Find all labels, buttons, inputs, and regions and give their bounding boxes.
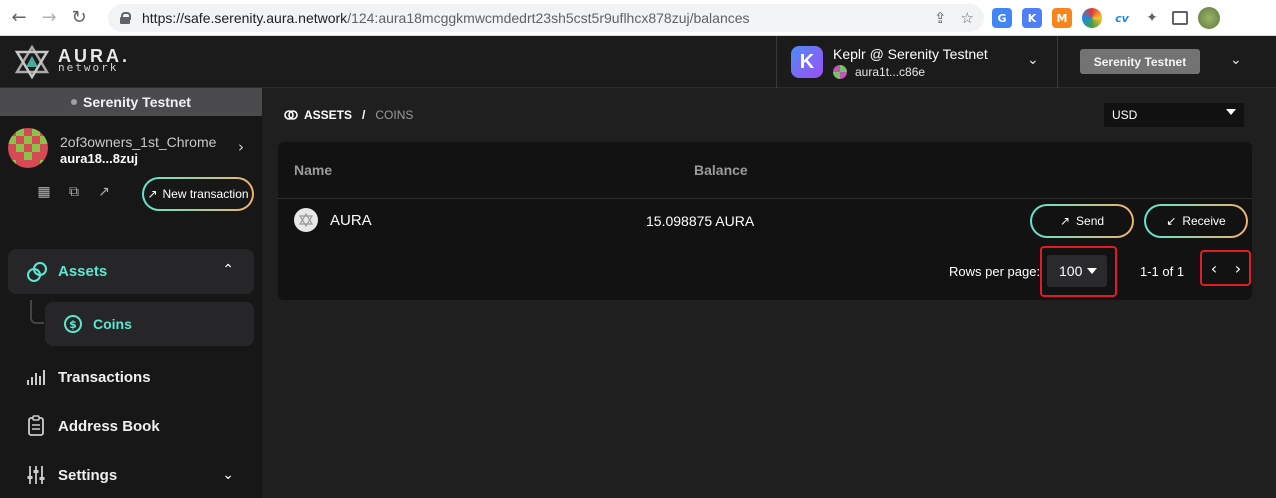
tree-connector [30, 300, 44, 324]
coins-stack-icon [27, 261, 47, 282]
rows-per-page-label: Rows per page: [949, 264, 1041, 279]
reload-icon[interactable]: ↻ [64, 0, 94, 36]
currency-select[interactable]: USD [1104, 103, 1244, 127]
color-extension-icon[interactable] [1082, 8, 1102, 28]
side-panel-icon[interactable] [1172, 11, 1188, 25]
sidebar-item-address-book[interactable]: Address Book [26, 411, 254, 441]
back-arrow-icon[interactable]: ← [4, 0, 34, 36]
svg-text:$: $ [69, 318, 77, 331]
copy-icon[interactable]: ⧉ [66, 184, 82, 200]
arrow-up-right-icon: ↗ [1059, 214, 1071, 228]
forward-arrow-icon[interactable]: → [34, 0, 64, 36]
app-header: AURA. network K Keplr @ Serenity Testnet… [0, 36, 1276, 88]
qr-code-icon[interactable]: ▦ [36, 184, 52, 200]
url-text: https://safe.serenity.aura.network/124:a… [142, 10, 750, 26]
pagination-range: 1-1 of 1 [1140, 264, 1185, 279]
lock-icon [120, 12, 131, 24]
column-header-name[interactable]: Name [294, 162, 332, 178]
network-dot-icon [71, 99, 78, 105]
metamask-extension-icon[interactable]: M [1052, 8, 1072, 28]
address-bar[interactable]: https://safe.serenity.aura.network/124:a… [108, 4, 984, 32]
wallet-address: aura1t...c86e [855, 64, 926, 79]
new-transaction-button[interactable]: ↗ New transaction [142, 177, 254, 211]
chevron-right-icon[interactable]: › [238, 138, 244, 156]
aura-logo-icon [14, 44, 50, 80]
chevron-down-icon[interactable]: ⌄ [1027, 52, 1039, 68]
receive-button[interactable]: ↙ Receive [1144, 204, 1248, 238]
keplr-icon: K [791, 46, 823, 78]
coins-stack-icon [284, 110, 298, 120]
main-content: ASSETS / COINS USD Name Balance AURA 15.… [262, 88, 1276, 498]
caret-down-icon [1226, 109, 1236, 115]
sidebar-item-coins[interactable]: $ Coins [45, 302, 254, 346]
connected-wallet[interactable]: K Keplr @ Serenity Testnet aura1t...c86e… [776, 36, 1058, 88]
coins-table: Name Balance AURA 15.098875 AURA ↗ Send ↙… [278, 142, 1252, 300]
network-strip: Serenity Testnet [0, 88, 262, 116]
send-button[interactable]: ↗ Send [1030, 204, 1134, 238]
safe-name: 2of3owners_1st_Chrome [60, 134, 217, 150]
puzzle-extensions-icon[interactable]: ✦ [1142, 8, 1162, 28]
clipboard-icon [28, 415, 44, 436]
coin-name: AURA [330, 212, 372, 229]
network-button[interactable]: Serenity Testnet [1080, 49, 1200, 74]
breadcrumb: ASSETS / COINS [284, 108, 413, 122]
keplr-extension-icon[interactable]: K [1022, 8, 1042, 28]
external-link-icon[interactable]: ↗ [96, 184, 112, 200]
bookmark-star-icon[interactable]: ☆ [961, 9, 974, 27]
translate-extension-icon[interactable]: G [992, 8, 1012, 28]
sliders-icon [27, 466, 45, 484]
aura-logo[interactable]: AURA. network [14, 44, 130, 80]
breadcrumb-assets[interactable]: ASSETS [304, 108, 352, 122]
sidebar-item-assets[interactable]: Assets ⌃ [8, 249, 254, 294]
row-divider [278, 198, 1252, 199]
dollar-coin-icon: $ [64, 315, 82, 333]
next-page-icon[interactable]: › [1228, 257, 1248, 279]
aura-coin-icon [294, 208, 318, 232]
arrow-down-left-icon: ↙ [1166, 214, 1177, 228]
coin-balance: 15.098875 AURA [646, 213, 755, 229]
cv-extension-icon[interactable]: cv [1112, 8, 1132, 28]
share-icon[interactable]: ⇪ [934, 9, 947, 27]
chevron-down-icon[interactable]: ⌄ [1230, 52, 1242, 68]
safe-avatar-icon [8, 128, 48, 168]
caret-down-icon [1087, 268, 1097, 274]
bar-chart-icon [27, 370, 45, 385]
sidebar-item-settings[interactable]: Settings ⌄ [26, 460, 254, 490]
safe-address: aura18...8zuj [60, 151, 139, 166]
safe-owner-card[interactable]: 2of3owners_1st_Chrome aura18...8zuj › [8, 128, 258, 168]
network-label: Serenity Testnet [83, 94, 191, 110]
browser-toolbar: ← → ↻ https://safe.serenity.aura.network… [0, 0, 1276, 36]
column-header-balance[interactable]: Balance [694, 162, 748, 178]
chevron-down-icon[interactable]: ⌄ [222, 467, 234, 483]
chevron-up-icon[interactable]: ⌃ [222, 262, 234, 278]
sidebar-item-transactions[interactable]: Transactions [26, 362, 254, 392]
previous-page-icon[interactable]: ‹ [1204, 257, 1224, 279]
profile-avatar-icon[interactable] [1198, 7, 1220, 29]
sidebar: Serenity Testnet 2of3owners_1st_Chrome a… [0, 88, 262, 498]
rows-per-page-select[interactable]: 100 [1047, 255, 1107, 287]
wallet-avatar-icon [833, 64, 847, 79]
breadcrumb-coins: COINS [375, 108, 414, 122]
wallet-name: Keplr @ Serenity Testnet [833, 45, 988, 62]
arrow-up-right-icon: ↗ [147, 187, 158, 201]
